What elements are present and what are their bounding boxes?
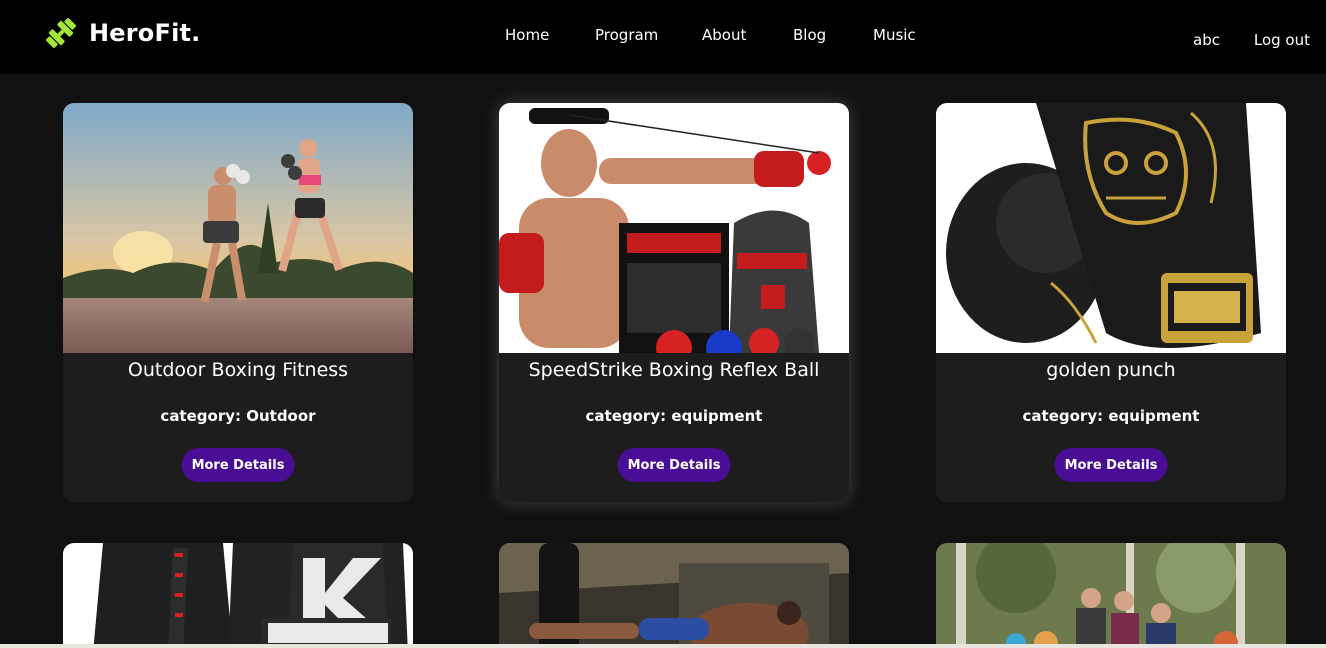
more-details-button[interactable]: More Details	[617, 448, 731, 482]
product-card-king-gloves	[63, 543, 413, 648]
top-navbar: HeroFit. Home Program About Blog Music a…	[0, 0, 1326, 74]
card-title: golden punch	[1046, 359, 1176, 381]
user-name: abc	[1193, 31, 1220, 49]
logout-link[interactable]: Log out	[1254, 31, 1310, 49]
product-card-bag-kick	[499, 543, 849, 648]
product-card-golden-punch: golden punch category: equipment More De…	[936, 103, 1286, 502]
more-details-button[interactable]: More Details	[1054, 448, 1168, 482]
page-bottom-edge	[0, 644, 1326, 648]
king-gloves-photo	[63, 543, 413, 648]
heavy-bag-photo	[499, 543, 849, 648]
card-category: category: equipment	[1022, 407, 1200, 425]
group-outdoor-photo	[936, 543, 1286, 648]
more-details-button[interactable]: More Details	[181, 448, 295, 482]
main-nav: Home Program About Blog Music	[0, 26, 1326, 46]
product-card-speedstrike: SpeedStrike Boxing Reflex Ball category:…	[499, 103, 849, 502]
reflex-ball-photo	[499, 103, 849, 353]
nav-about[interactable]: About	[702, 26, 746, 44]
nav-music[interactable]: Music	[873, 26, 916, 44]
card-category: category: equipment	[585, 407, 763, 425]
card-image	[63, 103, 413, 353]
nav-home[interactable]: Home	[505, 26, 549, 44]
card-title: SpeedStrike Boxing Reflex Ball	[528, 359, 820, 381]
nav-program[interactable]: Program	[595, 26, 658, 44]
card-image	[936, 103, 1286, 353]
product-card-outdoor-boxing: Outdoor Boxing Fitness category: Outdoor…	[63, 103, 413, 502]
nav-blog[interactable]: Blog	[793, 26, 826, 44]
card-image	[499, 103, 849, 353]
card-title: Outdoor Boxing Fitness	[127, 359, 349, 381]
card-category: category: Outdoor	[160, 407, 316, 425]
boxing-outdoor-photo	[63, 103, 413, 353]
product-card-hiking-group	[936, 543, 1286, 648]
boxing-gloves-photo	[936, 103, 1286, 353]
